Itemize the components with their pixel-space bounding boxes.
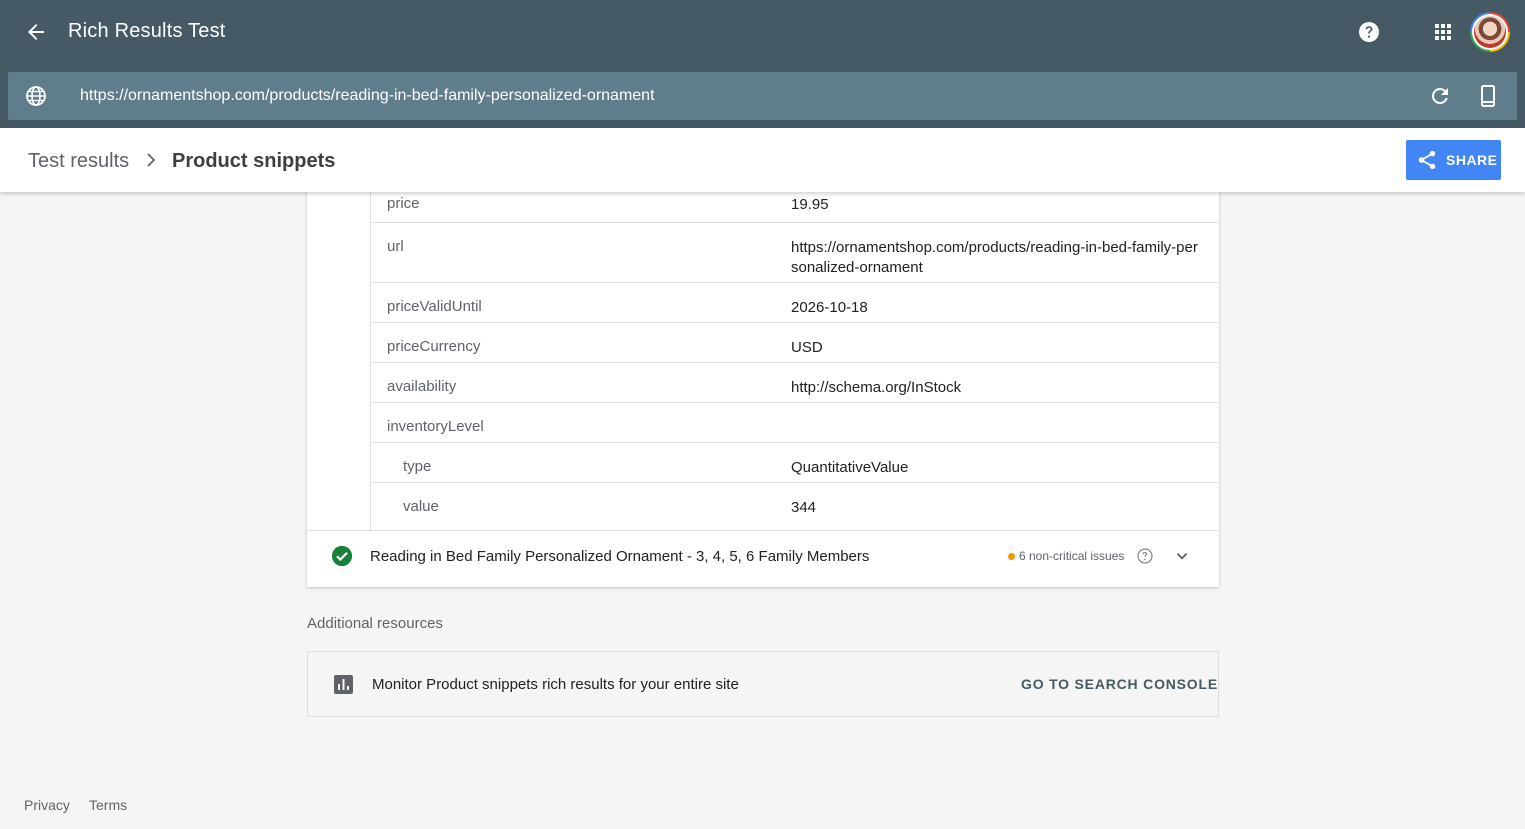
property-value: https://ornamentshop.com/products/readin… (791, 239, 1198, 276)
property-value: 19.95 (791, 196, 829, 213)
app-title: Rich Results Test (68, 20, 226, 42)
help-outline-icon[interactable] (1137, 548, 1153, 564)
check-circle-icon (331, 545, 353, 567)
property-value: 344 (791, 499, 817, 516)
title-row: Rich Results Test (0, 0, 1525, 64)
property-row: priceCurrency USD (371, 323, 1219, 363)
property-key: priceValidUntil (387, 298, 482, 315)
privacy-link[interactable]: Privacy (24, 797, 70, 813)
structured-data-card: price 19.95 url https://ornamentshop.com/pr… (307, 180, 1219, 587)
help-icon (1359, 22, 1379, 42)
additional-resources-heading: Additional resources (307, 615, 443, 632)
property-value: http://schema.org/InStock (791, 379, 962, 396)
property-row: type QuantitativeValue (371, 443, 1219, 483)
property-key: inventoryLevel (387, 418, 484, 435)
bar-chart-icon (334, 675, 353, 694)
apps-button[interactable] (1427, 16, 1459, 48)
url-text[interactable]: https://ornamentshop.com/products/readin… (80, 87, 655, 105)
property-row: inventoryLevel (371, 403, 1219, 443)
back-arrow-icon (28, 24, 44, 40)
property-row: availability http://schema.org/InStock (371, 363, 1219, 403)
property-row: priceValidUntil 2026-10-18 (371, 283, 1219, 323)
breadcrumb-test-results[interactable]: Test results (28, 150, 129, 173)
resource-card: Monitor Product snippets rich results fo… (307, 651, 1219, 717)
results-header: Test results Product snippets SHARE (0, 128, 1525, 192)
url-bar: https://ornamentshop.com/products/readin… (8, 72, 1517, 120)
terms-link[interactable]: Terms (89, 797, 127, 813)
resource-text: Monitor Product snippets rich results fo… (372, 676, 739, 693)
avatar-frame (1472, 14, 1508, 50)
reload-button[interactable] (1428, 84, 1452, 108)
property-key: availability (387, 378, 457, 395)
account-avatar[interactable] (1470, 12, 1510, 52)
chevron-right-icon (147, 153, 156, 167)
property-key: url (387, 238, 404, 255)
property-key: value (403, 498, 439, 515)
chevron-down-icon[interactable] (1171, 545, 1193, 567)
share-label: SHARE (1446, 152, 1498, 168)
back-button[interactable] (20, 16, 52, 48)
property-key: price (387, 195, 420, 212)
device-toggle-button[interactable] (1476, 84, 1500, 108)
property-value: 2026-10-18 (791, 299, 868, 316)
reload-icon (1431, 87, 1448, 104)
property-row: value 344 (371, 483, 1219, 530)
apps-grid-icon (1435, 24, 1451, 40)
globe-icon (26, 86, 46, 106)
detected-item-row[interactable]: Reading in Bed Family Personalized Ornam… (307, 530, 1219, 587)
share-icon (1418, 150, 1436, 170)
property-key: priceCurrency (387, 338, 481, 355)
property-table: price 19.95 url https://ornamentshop.com/pr… (370, 180, 1219, 530)
share-button[interactable]: SHARE (1406, 140, 1501, 180)
breadcrumb-current: Product snippets (172, 150, 336, 172)
property-key: type (403, 458, 432, 475)
mobile-device-icon (1481, 85, 1495, 107)
property-row: url https://ornamentshop.com/products/rea… (371, 223, 1219, 283)
avatar-photo (1474, 16, 1506, 48)
detected-item-title: Reading in Bed Family Personalized Ornam… (370, 548, 870, 565)
top-app-bar: Rich Results Test https://ornamentshop.c… (0, 0, 1525, 128)
go-to-search-console-link[interactable]: GO TO SEARCH CONSOLE (1021, 676, 1218, 692)
help-button[interactable] (1353, 16, 1385, 48)
warning-dot-icon (1008, 553, 1015, 560)
issue-count: 6 non-critical issues (1019, 549, 1125, 563)
property-value: USD (791, 339, 823, 356)
property-value: QuantitativeValue (791, 459, 909, 476)
